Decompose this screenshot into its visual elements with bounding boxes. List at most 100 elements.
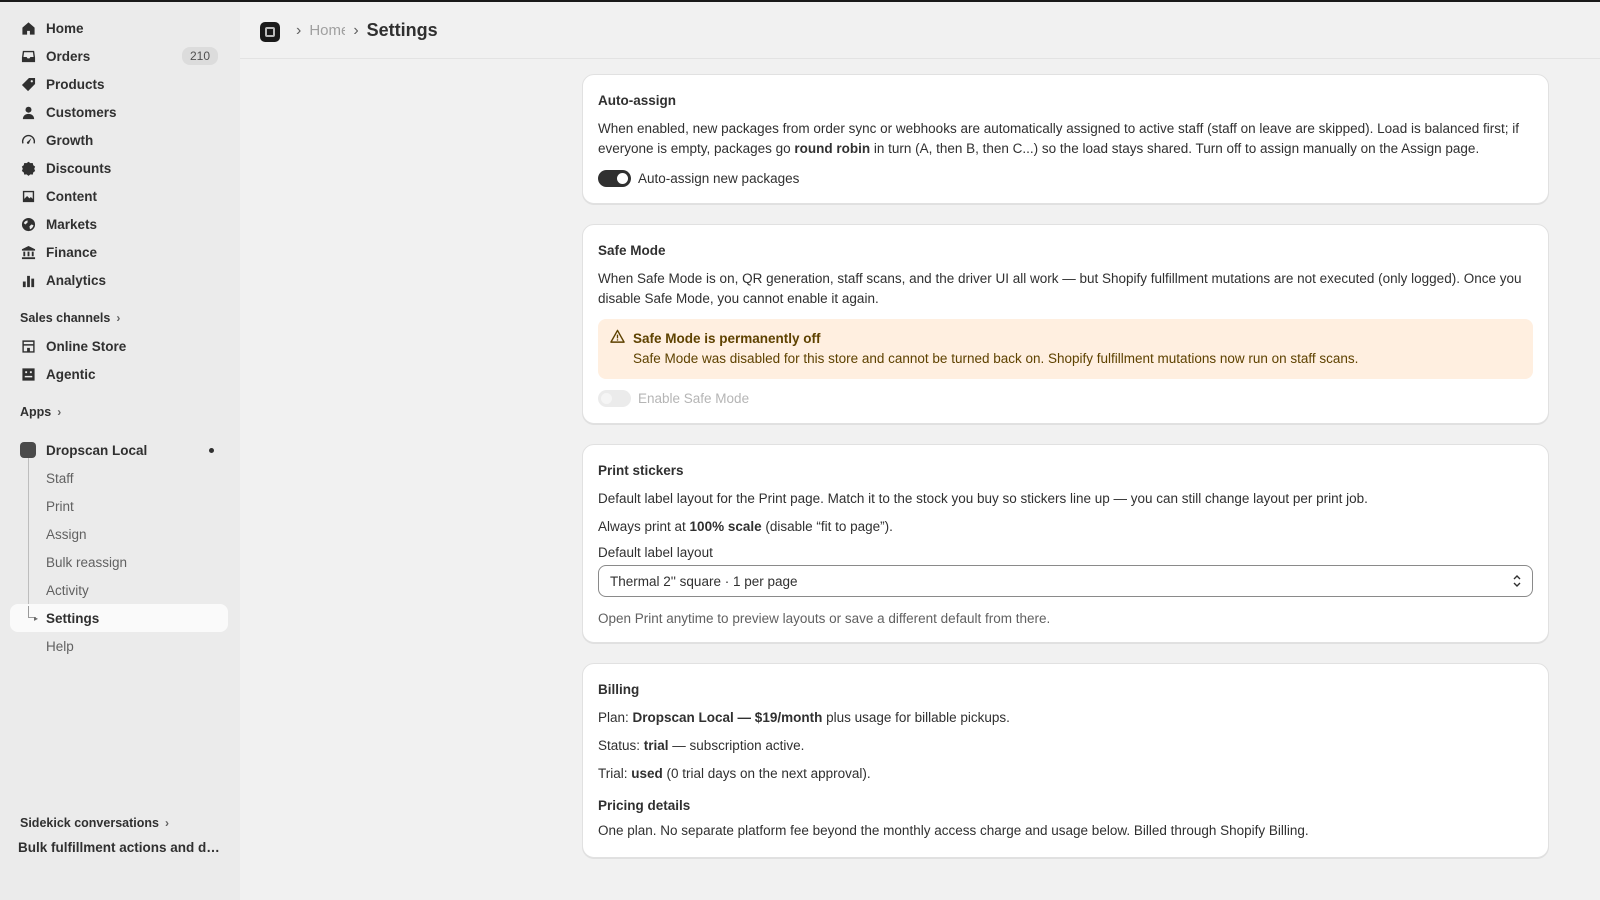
print-scale-note: Always print at 100% scale (disable “fit… — [598, 519, 893, 534]
nav-item-label: Discounts — [46, 160, 112, 176]
nav-item-label: Dropscan Local — [46, 442, 148, 458]
card-title: Safe Mode — [598, 243, 666, 258]
safe-mode-card: Safe Mode When Safe Mode is on, QR gener… — [582, 224, 1549, 424]
label-layout-field-label: Default label layout — [598, 545, 713, 560]
breadcrumb-separator-icon: › — [353, 21, 359, 39]
app-logo-icon[interactable] — [260, 22, 280, 42]
main-area: › Home › Settings Auto-assign When enabl… — [240, 2, 1600, 900]
nav-item-growth[interactable]: Growth — [10, 126, 228, 154]
sidebar: Home Orders 210 Products Customers Growt… — [0, 2, 240, 900]
subnav-item-label: Activity — [46, 582, 89, 598]
pricing-details-heading: Pricing details — [598, 798, 691, 813]
billing-trial: Trial: used (0 trial days on the next ap… — [598, 766, 871, 781]
safe-mode-toggle — [598, 390, 631, 407]
select-value: Thermal 2'' square · 1 per page — [610, 573, 798, 589]
chevron-right-icon: › — [164, 816, 169, 830]
subnav-item-help[interactable]: Help — [10, 632, 228, 660]
subnav-item-label: Assign — [46, 526, 87, 542]
app-subnav: Staff Print Assign Bulk reassign Activit… — [10, 458, 228, 660]
subnav-item-label: Settings — [46, 610, 100, 626]
select-arrows-icon — [1513, 575, 1521, 587]
nav-item-label: Home — [46, 20, 84, 36]
nav-item-agentic[interactable]: Agentic — [10, 360, 228, 388]
auto-assign-toggle[interactable] — [598, 170, 631, 187]
toggle-label: Enable Safe Mode — [638, 391, 750, 406]
page-header: › Home › Settings — [240, 2, 1600, 59]
label-layout-select[interactable]: Thermal 2'' square · 1 per page — [598, 565, 1533, 597]
billing-plan: Plan: Dropscan Local — $19/month plus us… — [598, 710, 1010, 725]
print-help-text: Open Print anytime to preview layouts or… — [598, 611, 1051, 626]
store-icon — [20, 338, 36, 354]
auto-assign-card: Auto-assign When enabled, new packages f… — [582, 74, 1549, 204]
safe-mode-description: When Safe Mode is on, QR generation, sta… — [598, 271, 1522, 306]
subnav-item-staff[interactable]: Staff — [10, 464, 228, 492]
apps-header[interactable]: Apps › — [10, 398, 228, 426]
subnav-item-label: Staff — [46, 470, 74, 486]
banner-text: Safe Mode was disabled for this store an… — [633, 351, 1359, 366]
nav-item-label: Online Store — [46, 338, 127, 354]
nav-item-label: Analytics — [46, 272, 107, 288]
nav-item-online-store[interactable]: Online Store — [10, 332, 228, 360]
nav-item-orders[interactable]: Orders 210 — [10, 42, 228, 70]
sidekick-conversations-header[interactable]: Sidekick conversations › — [10, 809, 179, 837]
nav-item-home[interactable]: Home — [10, 14, 228, 42]
pin-dot-icon — [209, 447, 214, 453]
sidekick-conversation-item[interactable]: Bulk fulfillment actions and delivery — [18, 840, 223, 855]
warning-icon — [610, 329, 625, 343]
pricing-details-text: One plan. No separate platform fee beyon… — [598, 823, 1309, 838]
page-title: Settings — [366, 20, 438, 40]
agent-icon — [20, 366, 36, 382]
breadcrumb-home-link[interactable]: Home — [309, 22, 345, 39]
nav-item-label: Agentic — [46, 366, 96, 382]
main-nav: Home Orders 210 Products Customers Growt… — [10, 14, 228, 660]
nav-item-discounts[interactable]: Discounts — [10, 154, 228, 182]
nav-item-label: Orders — [46, 48, 91, 64]
content-icon — [20, 188, 36, 204]
card-title: Billing — [598, 682, 640, 697]
banner-title: Safe Mode is permanently off — [633, 331, 821, 346]
app-icon — [20, 442, 36, 458]
sales-channels-header[interactable]: Sales channels › — [10, 304, 228, 332]
nav-item-finance[interactable]: Finance — [10, 238, 228, 266]
nav-item-label: Markets — [46, 216, 98, 232]
chevron-right-icon: › — [116, 311, 121, 325]
nav-item-products[interactable]: Products — [10, 70, 228, 98]
gauge-icon — [20, 132, 36, 148]
subnav-item-label: Bulk reassign — [46, 554, 128, 570]
safe-mode-warning-banner: Safe Mode is permanently off Safe Mode w… — [598, 319, 1533, 379]
auto-assign-description: When enabled, new packages from order sy… — [598, 121, 1519, 156]
bar-chart-icon — [20, 272, 36, 288]
billing-card: Billing Plan: Dropscan Local — $19/month… — [582, 663, 1549, 858]
person-icon — [20, 104, 36, 120]
subnav-item-activity[interactable]: Activity — [10, 576, 228, 604]
card-title: Print stickers — [598, 463, 684, 478]
nav-item-customers[interactable]: Customers — [10, 98, 228, 126]
nav-item-analytics[interactable]: Analytics — [10, 266, 228, 294]
discount-icon — [20, 160, 36, 176]
nav-item-content[interactable]: Content — [10, 182, 228, 210]
chevron-right-icon: › — [57, 405, 62, 419]
arrow-right-icon: ▸ — [34, 614, 39, 623]
subnav-item-assign[interactable]: Assign — [10, 520, 228, 548]
subnav-item-print[interactable]: Print — [10, 492, 228, 520]
subnav-item-label: Help — [46, 638, 74, 654]
nav-item-label: Products — [46, 76, 105, 92]
breadcrumb: › Home › Settings — [288, 20, 438, 41]
print-stickers-card: Print stickers Default label layout for … — [582, 444, 1549, 643]
breadcrumb-separator-icon: › — [296, 21, 302, 39]
toggle-label: Auto-assign new packages — [638, 171, 800, 186]
nav-item-label: Finance — [46, 244, 98, 260]
sidekick-label: Sidekick conversations — [20, 816, 159, 830]
subnav-item-settings[interactable]: ▸ Settings — [10, 604, 228, 632]
nav-item-markets[interactable]: Markets — [10, 210, 228, 238]
inbox-icon — [20, 48, 36, 64]
subnav-item-label: Print — [46, 498, 74, 514]
billing-status: Status: trial — subscription active. — [598, 738, 805, 753]
nav-item-label: Customers — [46, 104, 117, 120]
orders-count-badge: 210 — [181, 47, 218, 65]
nav-item-dropscan-local[interactable]: Dropscan Local — [10, 436, 228, 464]
bank-icon — [20, 244, 36, 260]
settings-content: Auto-assign When enabled, new packages f… — [582, 74, 1549, 878]
nav-item-label: Content — [46, 188, 97, 204]
subnav-item-bulk-reassign[interactable]: Bulk reassign — [10, 548, 228, 576]
